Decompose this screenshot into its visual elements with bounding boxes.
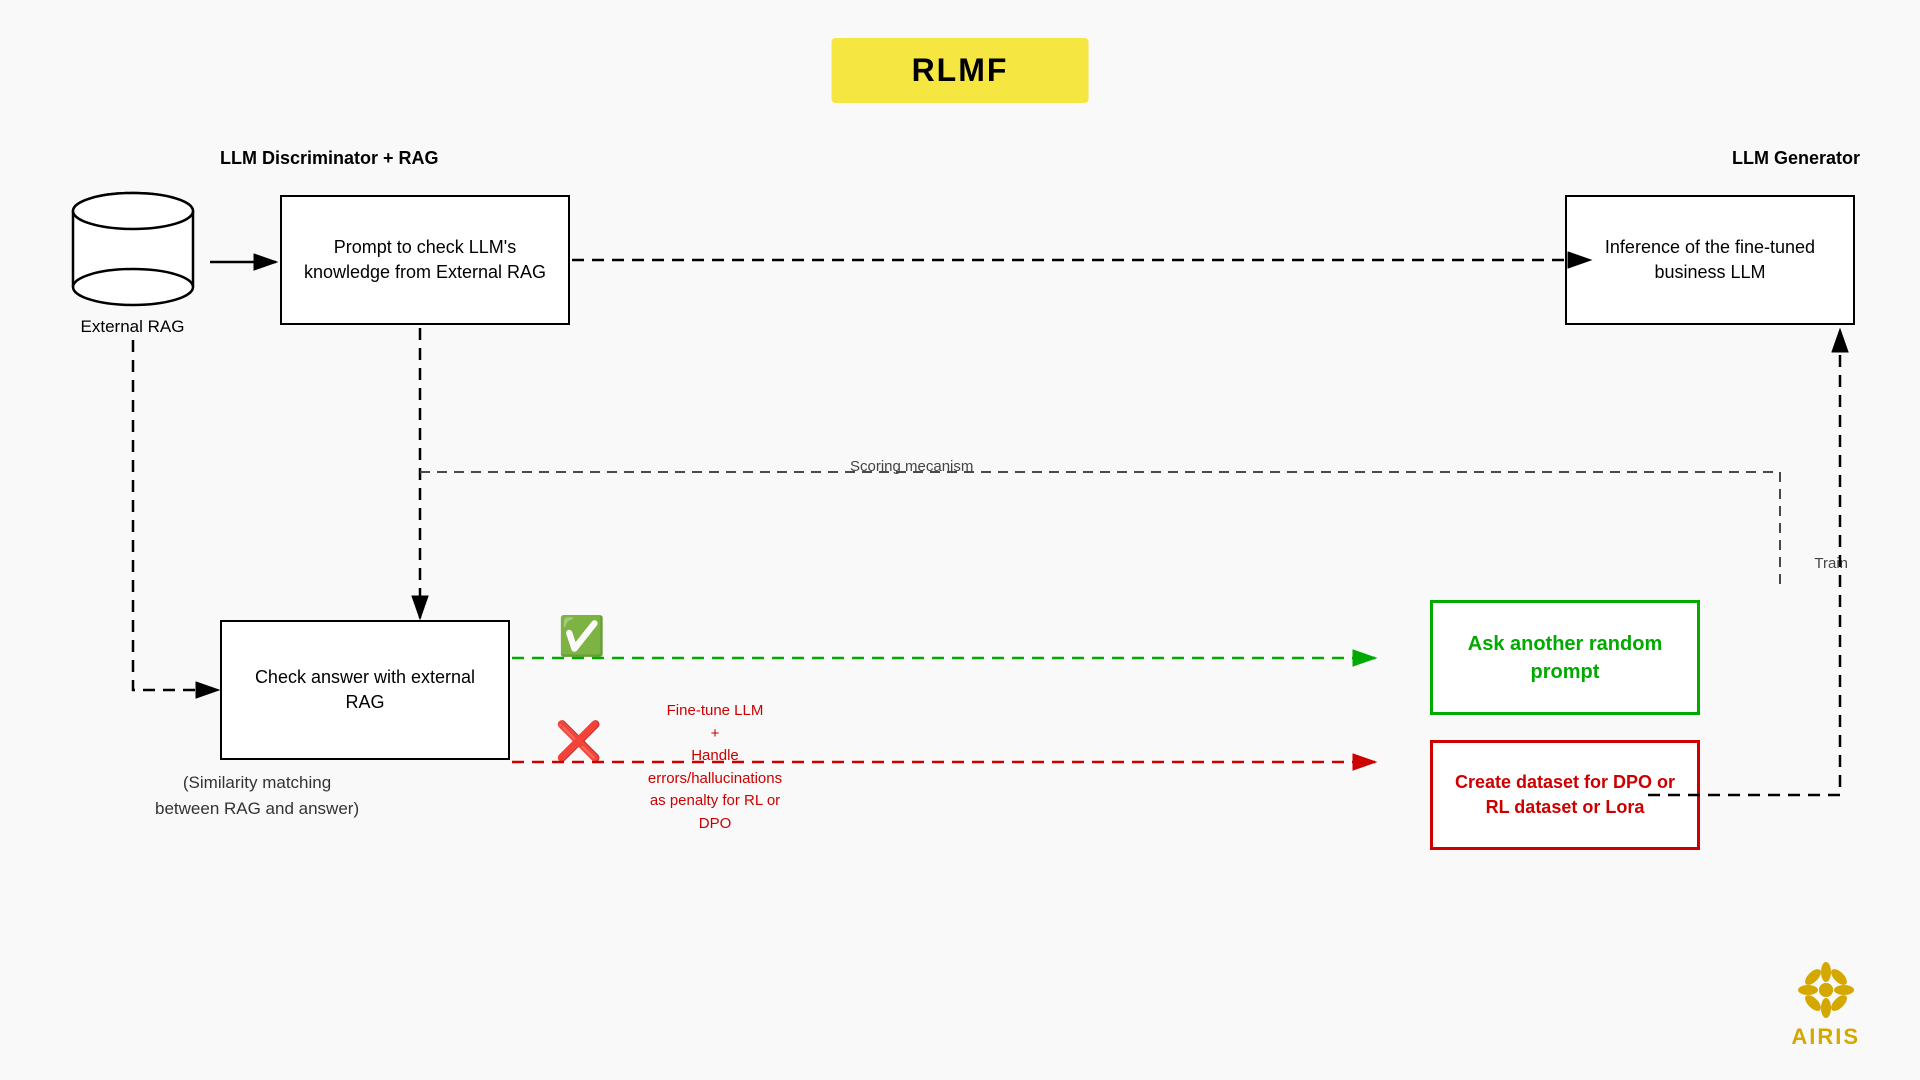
external-rag-label: External RAG [81,317,185,337]
right-section-label: LLM Generator [1732,148,1860,169]
check-answer-box: Check answer with external RAG [220,620,510,760]
create-dataset-box: Create dataset for DPO or RL dataset or … [1430,740,1700,850]
title-container: RLMF [832,38,1089,103]
train-label: Train [1814,555,1848,572]
external-rag-node: External RAG [55,185,210,340]
left-section-label: LLM Discriminator + RAG [220,148,439,169]
checkmark-icon: ✅ [558,615,605,659]
ask-random-box: Ask another random prompt [1430,600,1700,715]
finetune-text: Fine-tune LLM+Handleerrors/hallucination… [635,700,795,835]
airis-flower-icon [1796,960,1856,1020]
airis-logo: AIRIS [1791,960,1860,1050]
cylinder-icon [63,189,203,309]
inference-box: Inference of the fine-tuned business LLM [1565,195,1855,325]
crossmark-icon: ❌ [555,720,602,764]
similarity-note: (Similarity matchingbetween RAG and answ… [155,770,359,821]
page-title: RLMF [912,52,1009,88]
prompt-check-box: Prompt to check LLM's knowledge from Ext… [280,195,570,325]
airis-label: AIRIS [1791,1024,1860,1050]
scoring-label: Scoring mecanism [850,458,973,475]
